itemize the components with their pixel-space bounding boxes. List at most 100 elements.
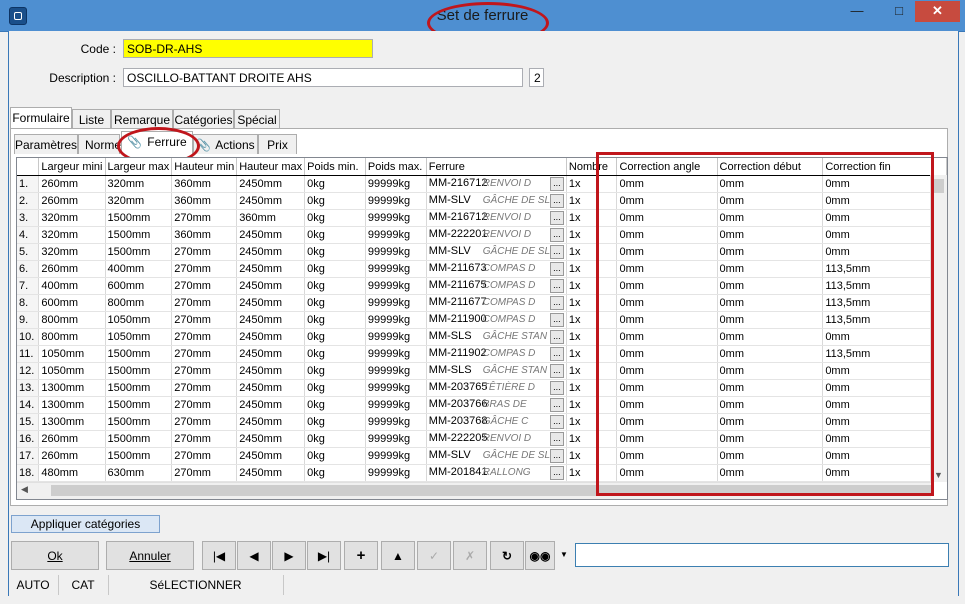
row-number[interactable]: 10. (17, 328, 40, 346)
ferrure-cell[interactable]: ... MM-211900COMPAS D (426, 311, 567, 329)
grid-cell[interactable]: 2450mm (236, 430, 306, 448)
grid-cell[interactable]: 270mm (171, 379, 238, 397)
grid-cell[interactable]: 0kg (304, 294, 366, 312)
grid-cell[interactable]: 270mm (171, 396, 238, 414)
column-header[interactable]: Largeur mini (38, 158, 106, 176)
row-number[interactable]: 14. (17, 396, 40, 414)
refresh-button[interactable]: ↻ (490, 541, 524, 570)
ferrure-browse-button[interactable]: ... (549, 245, 564, 259)
ferrure-browse-button[interactable]: ... (549, 398, 564, 412)
grid-cell[interactable]: 1300mm (38, 396, 106, 414)
grid-cell[interactable]: 0kg (304, 345, 366, 363)
ferrure-cell[interactable]: ... MM-SLV GÂCHE DE SL (426, 243, 567, 261)
grid-cell[interactable]: 270mm (171, 413, 238, 431)
ferrure-browse-button[interactable]: ... (549, 279, 564, 293)
grid-cell[interactable]: 99999kg (365, 192, 427, 210)
grid-cell[interactable]: 99999kg (365, 311, 427, 329)
grid-cell[interactable]: 600mm (105, 277, 173, 295)
grid-cell[interactable]: 320mm (105, 175, 173, 193)
tab-special[interactable]: Spécial (234, 109, 280, 129)
grid-cell[interactable]: 1500mm (105, 430, 173, 448)
grid-cell[interactable]: 800mm (105, 294, 173, 312)
grid-cell[interactable]: 260mm (38, 430, 106, 448)
ferrure-cell[interactable]: ... MM-211902COMPAS D (426, 345, 567, 363)
tab-norme[interactable]: Norme (78, 134, 121, 154)
search-dropdown-button[interactable]: ▼ (557, 541, 571, 570)
row-number[interactable]: 1. (17, 175, 40, 193)
grid-cell[interactable]: 270mm (171, 447, 238, 465)
grid-cell[interactable]: 360mm (171, 226, 238, 244)
column-header[interactable]: Largeur max (105, 158, 173, 176)
ferrure-cell[interactable]: ... MM-203766BRAS DE (426, 396, 567, 414)
column-header[interactable]: Hauteur max (236, 158, 306, 176)
column-header[interactable]: Poids min. (304, 158, 366, 176)
grid-cell[interactable]: 360mm (236, 209, 306, 227)
row-number[interactable]: 5. (17, 243, 40, 261)
grid-cell[interactable]: 2450mm (236, 447, 306, 465)
grid-cell[interactable]: 2450mm (236, 311, 306, 329)
grid-cell[interactable]: 2450mm (236, 345, 306, 363)
grid-cell[interactable]: 320mm (38, 226, 106, 244)
grid-cell[interactable]: 1500mm (105, 413, 173, 431)
grid-cell[interactable]: 270mm (171, 345, 238, 363)
grid-cell[interactable]: 270mm (171, 260, 238, 278)
ferrure-browse-button[interactable]: ... (549, 347, 564, 361)
grid-cell[interactable]: 1500mm (105, 362, 173, 380)
grid-cell[interactable]: 1050mm (38, 345, 106, 363)
minimize-icon[interactable]: — (843, 1, 871, 22)
ferrure-cell[interactable]: ... MM-SLS GÂCHE STAN (426, 328, 567, 346)
grid-cell[interactable]: 0kg (304, 396, 366, 414)
ferrure-cell[interactable]: ... MM-203765TÊTIÈRE D (426, 379, 567, 397)
grid-cell[interactable]: 2450mm (236, 396, 306, 414)
ferrure-cell[interactable]: ... MM-SLV GÂCHE DE SL (426, 192, 567, 210)
row-number[interactable]: 6. (17, 260, 40, 278)
grid-cell[interactable]: 99999kg (365, 345, 427, 363)
ferrure-cell[interactable]: ... MM-SLV GÂCHE DE SL (426, 447, 567, 465)
ferrure-cell[interactable]: ... MM-SLS GÂCHE STAN (426, 362, 567, 380)
ferrure-cell[interactable]: ... MM-216712RENVOI D (426, 209, 567, 227)
grid-cell[interactable]: 2450mm (236, 192, 306, 210)
ferrure-cell[interactable]: ... MM-222201RENVOI D (426, 226, 567, 244)
grid-cell[interactable]: 270mm (171, 464, 238, 482)
grid-cell[interactable]: 0kg (304, 175, 366, 193)
grid-cell[interactable]: 2450mm (236, 175, 306, 193)
cancel-button[interactable]: Annuler (106, 541, 194, 570)
grid-cell[interactable]: 99999kg (365, 396, 427, 414)
grid-cell[interactable]: 99999kg (365, 328, 427, 346)
ferrure-browse-button[interactable]: ... (549, 364, 564, 378)
grid-cell[interactable]: 1050mm (38, 362, 106, 380)
row-number[interactable]: 18. (17, 464, 40, 482)
grid-cell[interactable]: 99999kg (365, 464, 427, 482)
grid-cell[interactable]: 99999kg (365, 243, 427, 261)
grid-cell[interactable]: 0kg (304, 362, 366, 380)
grid-cell[interactable]: 99999kg (365, 379, 427, 397)
ferrure-browse-button[interactable]: ... (549, 177, 564, 191)
grid-cell[interactable]: 1500mm (105, 243, 173, 261)
grid-cell[interactable]: 1050mm (105, 328, 173, 346)
row-number[interactable]: 13. (17, 379, 40, 397)
grid-cell[interactable]: 2450mm (236, 226, 306, 244)
ferrure-cell[interactable]: ... MM-201841RALLONG (426, 464, 567, 482)
grid-cell[interactable]: 1500mm (105, 226, 173, 244)
ferrure-browse-button[interactable]: ... (549, 432, 564, 446)
grid-cell[interactable]: 0kg (304, 311, 366, 329)
grid-cell[interactable]: 0kg (304, 277, 366, 295)
tab-prix[interactable]: Prix (258, 134, 297, 154)
grid-cell[interactable]: 2450mm (236, 260, 306, 278)
grid-cell[interactable]: 2450mm (236, 328, 306, 346)
grid-cell[interactable]: 270mm (171, 311, 238, 329)
next-record-button[interactable]: ▶ (272, 541, 306, 570)
grid-cell[interactable]: 2450mm (236, 413, 306, 431)
grid-cell[interactable]: 270mm (171, 294, 238, 312)
grid-cell[interactable]: 1500mm (105, 209, 173, 227)
code-field[interactable]: SOB-DR-AHS (123, 39, 373, 58)
search-input[interactable] (575, 543, 949, 567)
ferrure-cell[interactable]: ... MM-211675COMPAS D (426, 277, 567, 295)
grid-cell[interactable]: 2450mm (236, 294, 306, 312)
tab-parametres[interactable]: Paramètres (14, 134, 78, 154)
move-up-button[interactable]: ▲ (381, 541, 415, 570)
ferrure-browse-button[interactable]: ... (549, 262, 564, 276)
tab-liste[interactable]: Liste (72, 109, 111, 129)
add-record-button[interactable]: + (344, 541, 378, 570)
row-number[interactable]: 9. (17, 311, 40, 329)
